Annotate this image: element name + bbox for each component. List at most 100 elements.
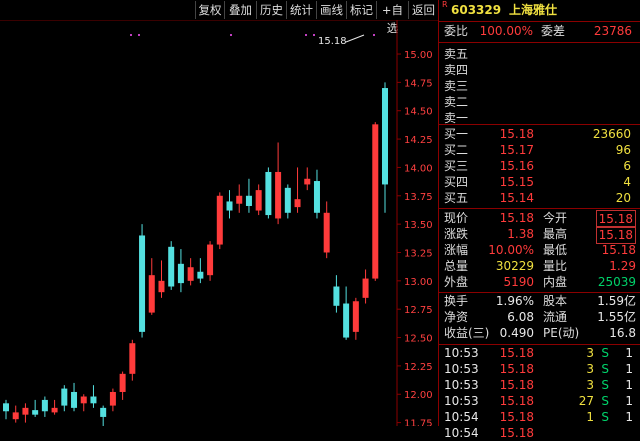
candle-body <box>275 171 282 219</box>
bid-label: 买二 <box>444 143 469 157</box>
price-tick-label: 14.00 <box>404 163 433 174</box>
quote-label: 最高 <box>543 227 568 241</box>
draw-line-button[interactable]: 画线 <box>316 1 346 19</box>
price-tick-label: 12.00 <box>404 390 433 401</box>
candle-body <box>12 412 19 420</box>
chart-canvas[interactable]: 15.00 14.75 14.50 14.25 14.00 13.75 13.50 13.25… <box>0 20 438 426</box>
signal-marker <box>305 34 307 36</box>
tick-price: 15.18 <box>499 362 534 376</box>
quote-row: 总量 30229 量比 1.29 <box>439 258 640 274</box>
tick-time: 10:54 <box>444 410 479 424</box>
stat-row: 净资 6.08 流通 1.55亿 <box>439 309 640 325</box>
bid-volume: 4 <box>623 175 631 189</box>
stock-code: 603329 <box>451 3 502 17</box>
commission-ratio-label: 委比 <box>444 24 469 38</box>
candle-body <box>119 373 126 392</box>
tick-side: S <box>601 410 609 424</box>
quote-row: 涨幅 10.00% 最低 15.18 <box>439 242 640 258</box>
ask-row[interactable]: 卖五 <box>439 46 640 62</box>
candle-body <box>90 396 97 404</box>
quote-label: 外盘 <box>444 275 469 289</box>
signal-marker <box>130 34 132 36</box>
signal-marker <box>373 34 375 36</box>
tick-price: 15.18 <box>499 394 534 408</box>
tick-volume: 3 <box>586 378 594 392</box>
candle-body <box>265 171 272 216</box>
stat-value: 1.96% <box>495 294 534 308</box>
fuquan-button[interactable]: 复权 <box>195 1 224 19</box>
quote-value: 10.00% <box>488 243 534 257</box>
bid-price: 15.17 <box>499 143 534 157</box>
price-tick-label: 12.75 <box>404 305 433 316</box>
tick-count: 1 <box>625 410 633 424</box>
bid-row[interactable]: 买一 15.18 23660 <box>439 126 640 142</box>
candle-body <box>226 201 233 211</box>
bid-price: 15.18 <box>499 127 534 141</box>
tick-volume: 3 <box>586 346 594 360</box>
mark-button[interactable]: 标记 <box>346 1 376 19</box>
ask-row[interactable]: 卖四 <box>439 62 640 78</box>
bid-label: 买一 <box>444 127 469 141</box>
quote-value: 5190 <box>503 275 534 289</box>
candle-body <box>51 407 58 413</box>
stat-value: 1.59亿 <box>597 294 636 308</box>
bid-volume: 23660 <box>592 127 631 141</box>
candle-body <box>100 407 107 417</box>
tick-row: 10:53 15.18 3 S 1 <box>439 361 640 377</box>
statistics-button[interactable]: 统计 <box>286 1 316 19</box>
stat-label: 股本 <box>543 294 568 308</box>
candle-body <box>22 407 29 415</box>
tick-volume: 3 <box>586 362 594 376</box>
tick-count: 1 <box>625 362 633 376</box>
bid-row[interactable]: 买三 15.16 6 <box>439 158 640 174</box>
candle-body <box>129 343 136 374</box>
quote-value: 30229 <box>495 259 534 273</box>
rzrq-badge: R <box>442 0 448 9</box>
candle-body <box>41 399 48 412</box>
candle-body <box>284 187 291 213</box>
signal-marker <box>138 34 140 36</box>
stat-row: 收益(三) 0.490 PE(动) 16.8 <box>439 325 640 341</box>
stat-value: 16.8 <box>609 326 636 340</box>
quote-row: 外盘 5190 内盘 25039 <box>439 274 640 290</box>
history-button[interactable]: 历史 <box>256 1 286 19</box>
candle-body <box>333 286 340 306</box>
tick-time: 10:53 <box>444 346 479 360</box>
stat-label: 流通 <box>543 310 568 324</box>
quote-value: 15.18 <box>601 243 636 257</box>
price-tick-label: 11.75 <box>404 419 433 426</box>
quote-label: 量比 <box>543 259 568 273</box>
stock-header: R 603329 上海雅仕 <box>439 0 640 20</box>
tick-count: 1 <box>625 394 633 408</box>
overlay-button[interactable]: 叠加 <box>224 1 256 19</box>
signal-marker <box>230 34 232 36</box>
stat-value: 6.08 <box>507 310 534 324</box>
candle-body <box>148 275 155 313</box>
quote-value: 15.18 <box>499 211 534 225</box>
candle-body <box>255 190 262 211</box>
candle-body <box>71 391 78 408</box>
candle-body <box>139 235 146 332</box>
tick-time: 10:53 <box>444 394 479 408</box>
ask-row[interactable]: 卖三 <box>439 78 640 94</box>
candlestick-chart[interactable]: 15.00 14.75 14.50 14.25 14.00 13.75 13.50 13.25… <box>0 20 438 426</box>
tick-side: S <box>601 362 609 376</box>
candle-body <box>3 403 9 412</box>
ask-label: 卖二 <box>444 95 469 109</box>
tick-side: S <box>601 346 609 360</box>
bid-volume: 6 <box>623 159 631 173</box>
bid-row[interactable]: 买二 15.17 96 <box>439 142 640 158</box>
commission-diff-label: 委差 <box>541 24 566 38</box>
stat-value: 0.490 <box>499 326 534 340</box>
ask-row[interactable]: 卖二 <box>439 94 640 110</box>
stat-label: 换手 <box>444 294 469 308</box>
tick-volume: 1 <box>586 410 594 424</box>
stat-label: 净资 <box>444 310 469 324</box>
add-watchlist-button[interactable]: +自选 <box>376 1 408 35</box>
back-button[interactable]: 返回 <box>408 1 438 19</box>
commission-ratio-value: 100.00% <box>479 24 533 38</box>
bid-volume: 20 <box>615 191 631 205</box>
bid-row[interactable]: 买五 15.14 20 <box>439 190 640 206</box>
bid-row[interactable]: 买四 15.15 4 <box>439 174 640 190</box>
bid-label: 买四 <box>444 175 469 189</box>
